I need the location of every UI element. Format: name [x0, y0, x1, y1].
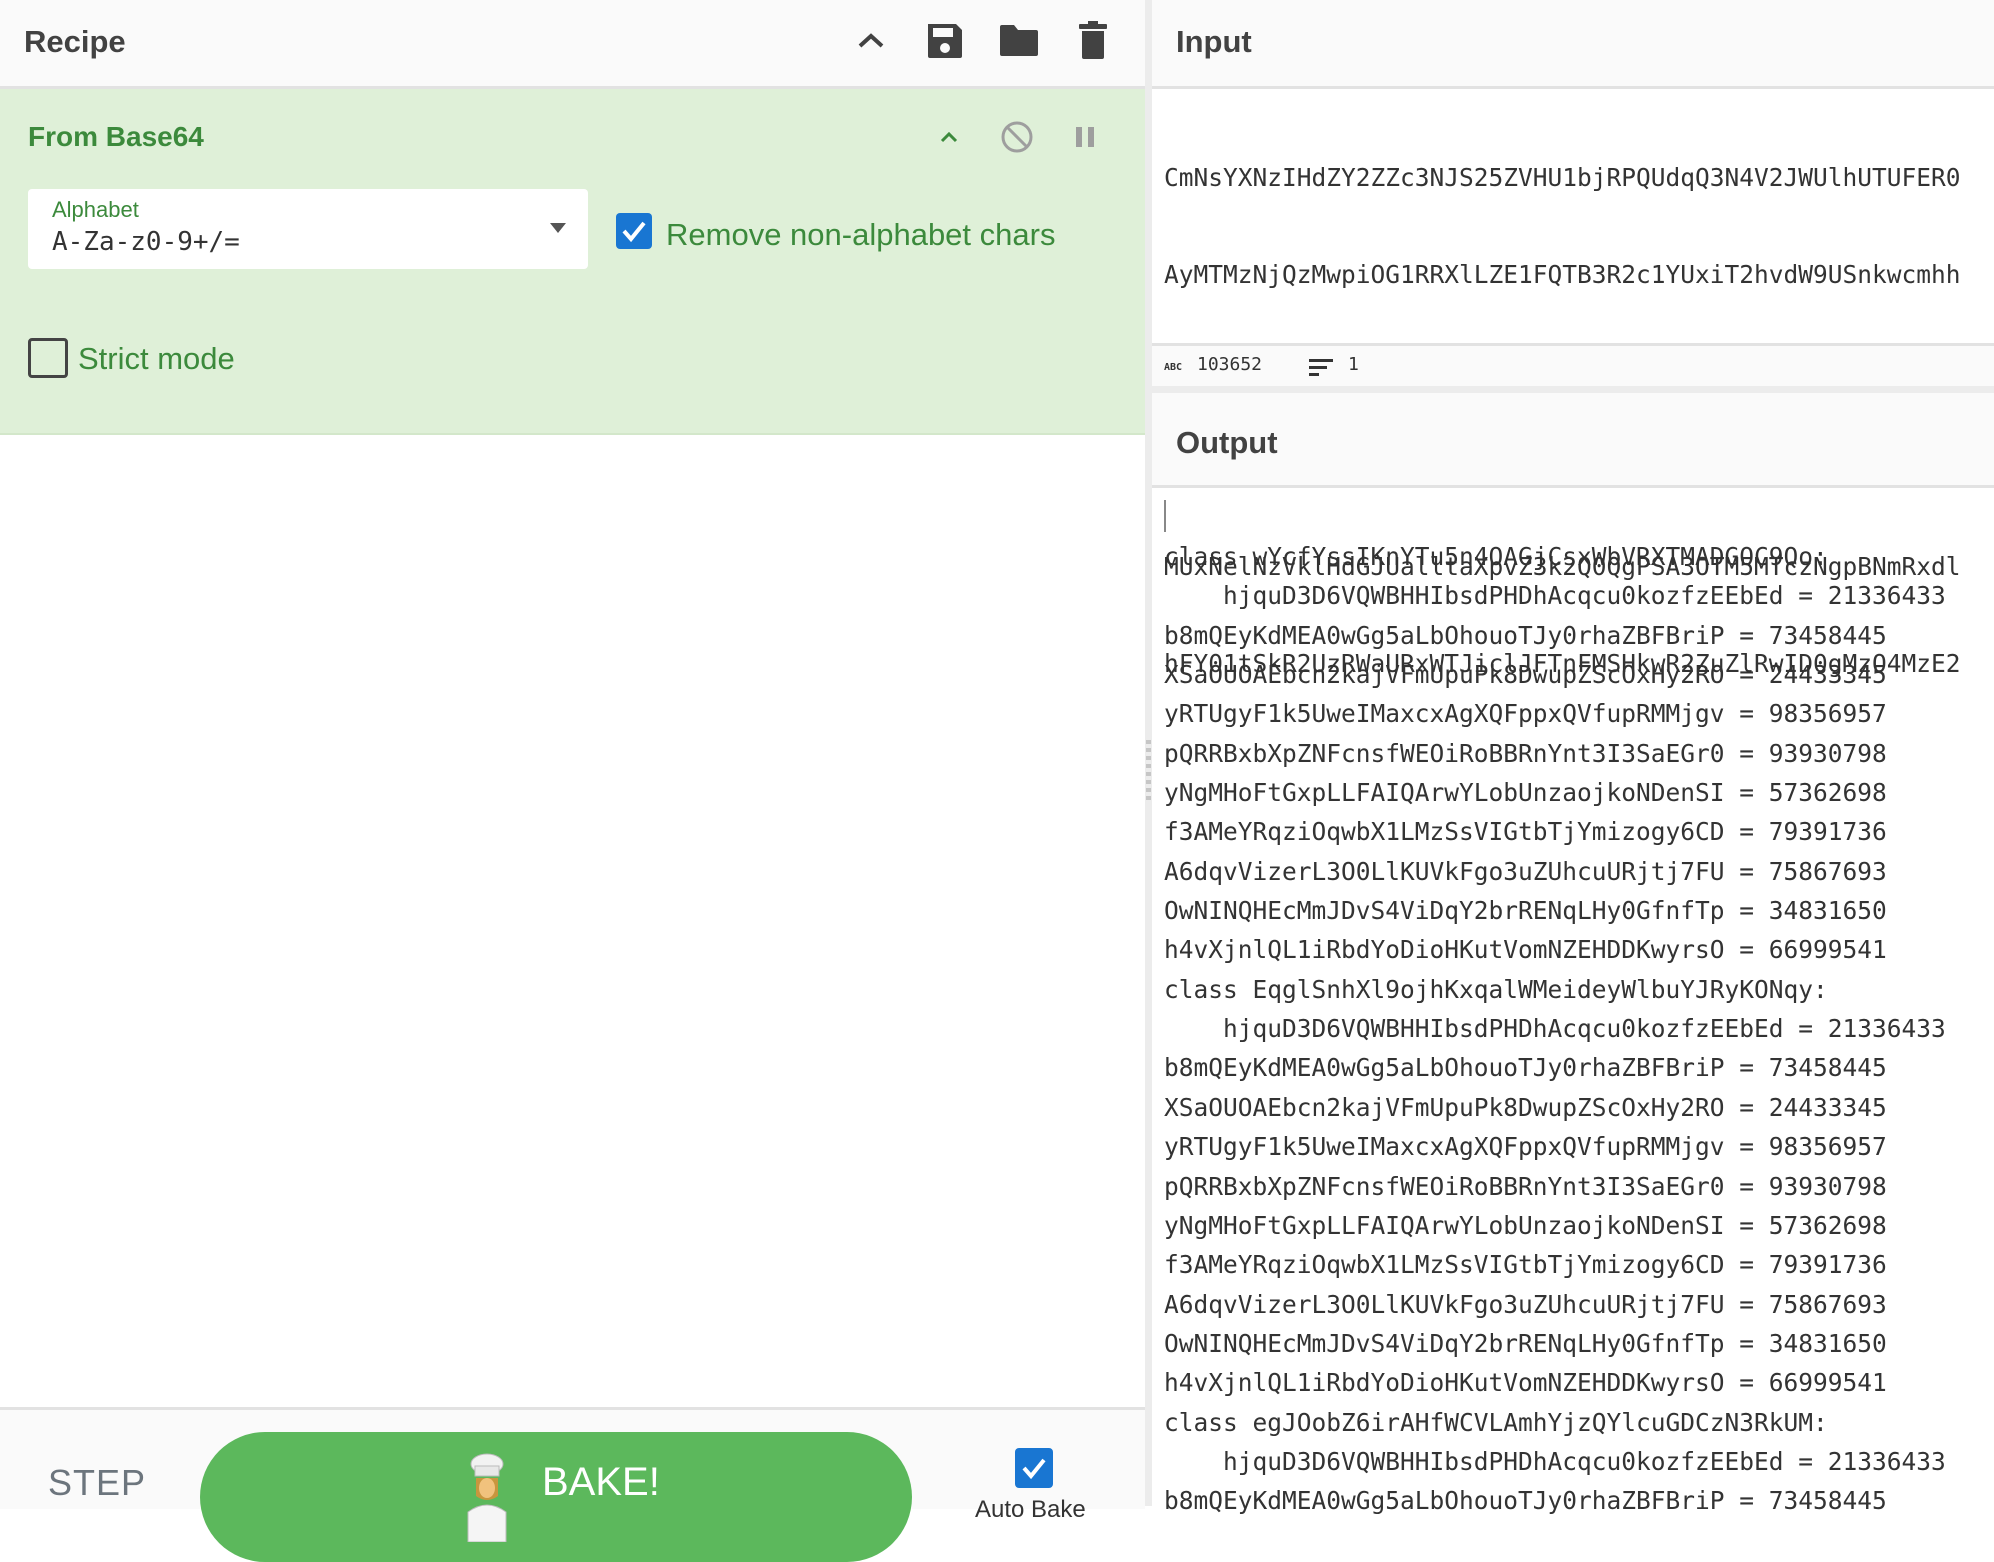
output-line: b8mQEyKdMEA0wGg5aLbOhouoTJy0rhaZBFBriP =…: [1164, 620, 1887, 650]
recipe-header: Recipe: [0, 0, 1145, 89]
input-line: CmNsYXNzIHdZY2ZZc3NJS25ZVHU1bjRPQUdqQ3N4…: [1164, 163, 1961, 192]
output-line: yRTUgyF1k5UweIMaxcxAgXQFppxQVfupRMMjgv =…: [1164, 699, 1887, 729]
output-line: h4vXjnlQL1iRbdYoDioHKutVomNZEHDDKwyrsO =…: [1164, 935, 1887, 965]
chevron-up-icon: [940, 131, 958, 143]
disable-operation-button[interactable]: [995, 115, 1039, 159]
collapse-all-button[interactable]: [849, 18, 893, 62]
remove-non-alphabet-checkbox[interactable]: [616, 213, 652, 249]
alphabet-select[interactable]: Alphabet A-Za-z0-9+/=: [28, 189, 588, 269]
auto-bake-label[interactable]: Auto Bake: [975, 1496, 1086, 1524]
dropdown-caret-icon[interactable]: [550, 223, 566, 233]
output-textarea[interactable]: class wYcfYssIKnYTu5n4OAGjCsxWbVRXTMADGO…: [1164, 537, 1994, 1521]
save-recipe-button[interactable]: [923, 18, 967, 62]
alphabet-label: Alphabet: [52, 197, 139, 222]
disable-icon: [1001, 121, 1033, 153]
output-line: XSaOUOAEbcn2kajVFmUpuPk8DwupZScOxHy2RO =…: [1164, 660, 1887, 690]
output-line: yNgMHoFtGxpLLFAIQArwYLobUnzaojkoNDenSI =…: [1164, 778, 1887, 808]
output-line: class EqglSnhXl9ojhKxqalWMeideyWlbuYJRyK…: [1164, 974, 1828, 1004]
io-panel: Input CmNsYXNzIHdZY2ZZc3NJS25ZVHU1bjRPQU…: [1152, 0, 1994, 1515]
output-line: OwNINQHEcMmJDvS4ViDqY2brRENqLHy0GfnfTp =…: [1164, 896, 1887, 926]
bake-button[interactable]: BAKE!: [200, 1432, 912, 1562]
strict-mode-label[interactable]: Strict mode: [78, 341, 235, 377]
output-line: hjquD3D6VQWBHHIbsdPHDhAcqcu0kozfzEEbEd =…: [1164, 1446, 1946, 1476]
output-line: yNgMHoFtGxpLLFAIQArwYLobUnzaojkoNDenSI =…: [1164, 1210, 1887, 1240]
output-line: yRTUgyF1k5UweIMaxcxAgXQFppxQVfupRMMjgv =…: [1164, 1132, 1887, 1162]
input-line-count: 1: [1348, 354, 1359, 375]
step-button[interactable]: STEP: [48, 1462, 146, 1504]
output-line: class egJOobZ6irAHfWCVLAmhYjzQYlcuGDCzN3…: [1164, 1407, 1828, 1437]
alphabet-value: A-Za-z0-9+/=: [52, 227, 240, 257]
output-line: XSaOUOAEbcn2kajVFmUpuPk8DwupZScOxHy2RO =…: [1164, 1092, 1887, 1122]
operation-title: From Base64: [28, 121, 204, 152]
output-line: class wYcfYssIKnYTu5n4OAGjCsxWbVRXTMADGO…: [1164, 542, 1828, 571]
output-line: f3AMeYRqziOqwbX1LMzSsVIGtbTjYmizogy6CD =…: [1164, 817, 1887, 847]
bake-label: BAKE!: [542, 1460, 660, 1504]
output-header: Output: [1152, 393, 1994, 488]
output-line: h4vXjnlQL1iRbdYoDioHKutVomNZEHDDKwyrsO =…: [1164, 1368, 1887, 1398]
folder-icon: [1000, 25, 1038, 56]
recipe-panel: Recipe From Base64 Alphabet A-Za-z0-9+/=…: [0, 0, 1145, 1562]
output-line: OwNINQHEcMmJDvS4ViDqY2brRENqLHy0GfnfTp =…: [1164, 1328, 1887, 1358]
save-icon: [928, 24, 962, 58]
operation-from-base64: From Base64 Alphabet A-Za-z0-9+/= Remove…: [0, 89, 1145, 435]
pause-icon: [1076, 127, 1094, 147]
remove-non-alphabet-label[interactable]: Remove non-alphabet chars: [666, 217, 1055, 253]
strict-mode-checkbox[interactable]: [28, 338, 68, 378]
load-recipe-button[interactable]: [997, 18, 1041, 62]
recipe-title: Recipe: [24, 24, 126, 59]
chevron-up-icon: [858, 33, 884, 48]
output-line: b8mQEyKdMEA0wGg5aLbOhouoTJy0rhaZBFBriP =…: [1164, 1486, 1887, 1516]
auto-bake-checkbox[interactable]: [1015, 1448, 1053, 1488]
output-line: hjquD3D6VQWBHHIbsdPHDhAcqcu0kozfzEEbEd =…: [1164, 581, 1946, 611]
chef-icon: [467, 1453, 507, 1542]
input-status-bar: ABC 103652 1: [1152, 343, 1994, 396]
output-line: A6dqvVizerL3O0LlKUVkFgo3uZUhcuURjtj7FU =…: [1164, 856, 1887, 886]
resize-handle-icon[interactable]: [1146, 740, 1151, 802]
output-line: pQRRBxbXpZNFcnsfWEOiRoBBRnYnt3I3SaEGr0 =…: [1164, 1171, 1887, 1201]
lines-icon: [1309, 359, 1333, 376]
input-line: AyMTMzNjQzMwpiOG1RRXlLZE1FQTB3R2c1YUxiT2…: [1164, 260, 1961, 290]
output-line: b8mQEyKdMEA0wGg5aLbOhouoTJy0rhaZBFBriP =…: [1164, 1053, 1887, 1083]
clear-recipe-button[interactable]: [1071, 18, 1115, 62]
output-line: A6dqvVizerL3O0LlKUVkFgo3uZUhcuURjtj7FU =…: [1164, 1289, 1887, 1319]
input-length: 103652: [1197, 354, 1263, 375]
checkmark-icon: [1022, 1458, 1046, 1480]
input-header: Input: [1152, 0, 1994, 89]
input-title: Input: [1176, 24, 1252, 59]
output-line: f3AMeYRqziOqwbX1LMzSsVIGtbTjYmizogy6CD =…: [1164, 1250, 1887, 1280]
controls-bar: STEP BAKE! Auto Bake: [0, 1407, 1145, 1562]
output-line: pQRRBxbXpZNFcnsfWEOiRoBBRnYnt3I3SaEGr0 =…: [1164, 738, 1887, 768]
output-line: hjquD3D6VQWBHHIbsdPHDhAcqcu0kozfzEEbEd =…: [1164, 1014, 1946, 1044]
length-icon: ABC: [1164, 362, 1182, 372]
output-title: Output: [1176, 425, 1278, 460]
breakpoint-button[interactable]: [1063, 115, 1107, 159]
text-cursor: [1164, 500, 1166, 532]
svg-text:ABC: ABC: [1164, 362, 1182, 372]
checkmark-icon: [622, 221, 646, 243]
collapse-operation-button[interactable]: [927, 115, 971, 159]
trash-icon: [1079, 21, 1107, 59]
